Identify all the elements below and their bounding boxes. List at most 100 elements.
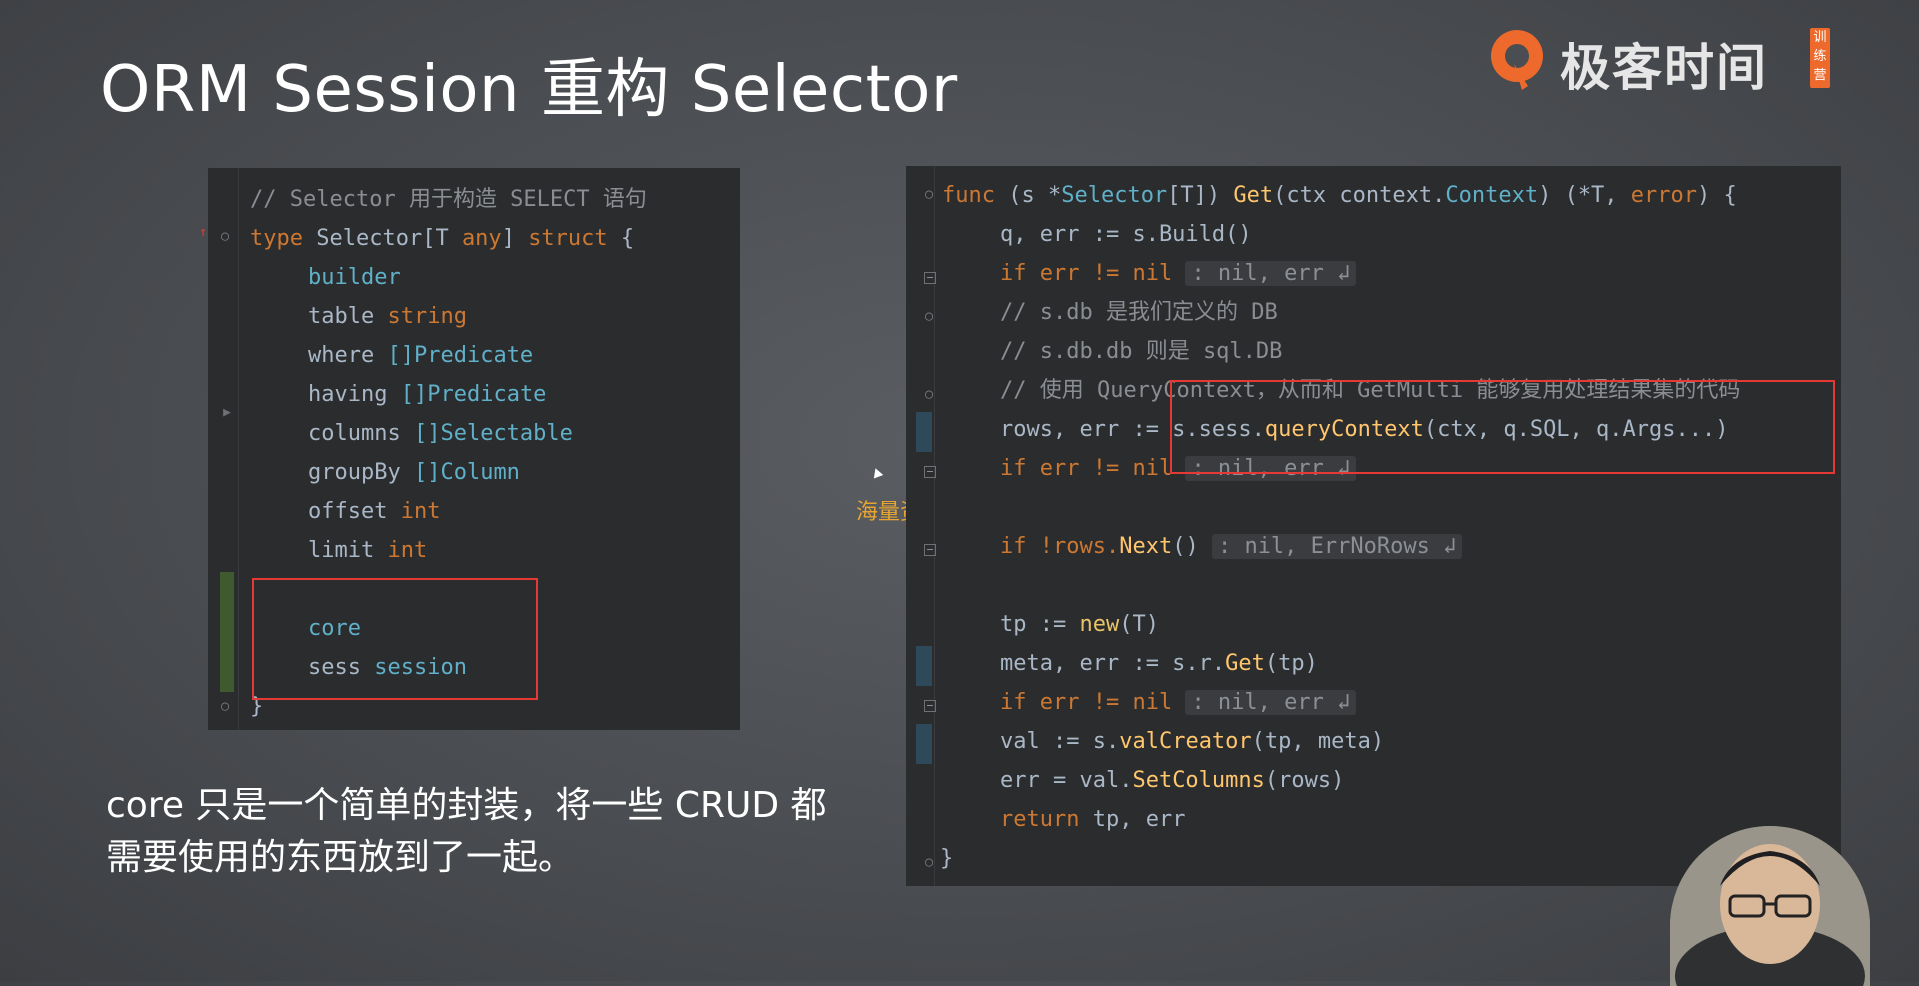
func-call: Get: [1225, 651, 1265, 676]
change-marker: [916, 646, 932, 686]
brace-open: {: [620, 226, 635, 251]
if-err: if err != nil: [1000, 261, 1173, 286]
code-text: tp :=: [1000, 612, 1080, 637]
field-line: groupBy []Column: [308, 453, 520, 492]
code-text: (tp): [1264, 651, 1318, 676]
type-close: ]: [501, 226, 515, 251]
fold-close-icon: ◯: [925, 855, 933, 870]
if-err: if err != nil: [1000, 456, 1173, 481]
receiver-close: [T]): [1167, 183, 1234, 208]
code-text: meta, err := s.r.: [1000, 651, 1226, 676]
field-name: groupBy: [308, 460, 401, 485]
kw-any: any: [461, 226, 502, 251]
brace-close: }: [940, 846, 954, 871]
code-text: (tp, meta): [1251, 729, 1385, 754]
kw-type: type: [250, 226, 303, 251]
change-marker: [220, 572, 234, 692]
change-marker: [916, 412, 932, 452]
type-name: Selector[T: [316, 226, 449, 251]
code-line-12: tp := new(T): [1000, 605, 1159, 644]
field-line: columns []Selectable: [308, 414, 573, 453]
logo-badge: 训练营: [1810, 28, 1830, 88]
fold-open-icon: ◯: [925, 187, 933, 202]
code-line-15: val := s.valCreator(tp, meta): [1000, 722, 1384, 761]
logo-text: 极客时间: [1560, 39, 1768, 97]
params: (ctx context.: [1273, 183, 1446, 208]
receiver-type: Selector: [1061, 183, 1168, 208]
type-declaration-line: type Selector[T any] struct {: [250, 219, 634, 258]
return-types: ) (*T,: [1538, 183, 1631, 208]
fold-close-icon: ◯: [221, 699, 229, 714]
code-line-17: return tp, err: [1000, 800, 1185, 839]
inlay-hint: : nil, err ↲: [1185, 261, 1357, 286]
field-type: []Selectable: [413, 421, 573, 446]
field-name: where: [308, 343, 375, 368]
func-call: valCreator: [1119, 729, 1252, 754]
func-call: SetColumns: [1132, 768, 1265, 793]
caption-line-2: 需要使用的东西放到了一起。: [106, 837, 575, 878]
code-text: err = val.: [1000, 768, 1133, 793]
geektime-logo: 极客时间 训练营: [1484, 22, 1830, 97]
fold-minus-icon: [924, 544, 936, 556]
code-text: tp, err: [1079, 807, 1186, 832]
gutter-divider: [238, 168, 239, 730]
func-signature-line: func (s *Selector[T]) Get(ctx context.Co…: [942, 176, 1737, 215]
func-call: Next: [1119, 534, 1173, 559]
field-line: limit int: [308, 531, 427, 570]
slide-title: ORM Session 重构 Selector: [100, 53, 958, 127]
caption: core 只是一个简单的封装，将一些 CRUD 都需要使用的东西放到了一起。: [106, 780, 856, 884]
kw-struct: struct: [528, 226, 608, 251]
fold-open-icon: ◯: [925, 309, 933, 324]
comment-line: // s.db.db 则是 sql.DB: [1000, 339, 1283, 364]
field-line: builder: [308, 258, 401, 297]
kw-return: return: [1000, 807, 1080, 832]
field-line: offset int: [308, 492, 440, 531]
error-type: error: [1630, 183, 1698, 208]
highlight-box: [1170, 380, 1835, 474]
ctx-type: Context: [1445, 183, 1539, 208]
if-rows: if !rows.: [1000, 534, 1120, 559]
field-type: string: [387, 304, 467, 329]
fold-minus-icon: [924, 700, 936, 712]
code-text: (rows): [1264, 768, 1345, 793]
field-type: []Predicate: [400, 382, 547, 407]
kw-func: func: [942, 183, 995, 208]
field-name: columns: [308, 421, 401, 446]
field-name: builder: [308, 265, 401, 290]
code-line-13: meta, err := s.r.Get(tp): [1000, 644, 1318, 683]
inlay-hint: : nil, ErrNoRows ↲: [1211, 534, 1463, 559]
func-name: Get: [1233, 183, 1274, 208]
caption-line-1: core 只是一个简单的封装，将一些 CRUD 都: [106, 785, 827, 826]
field-name: table: [308, 304, 375, 329]
mouse-cursor-icon: [870, 466, 884, 479]
change-marker: [916, 724, 932, 764]
field-name: limit: [308, 538, 375, 563]
collapse-arrow-icon: ▶: [223, 405, 231, 420]
comment-line: // s.db 是我们定义的 DB: [1000, 300, 1278, 325]
field-line: table string: [308, 297, 467, 336]
code-text: val := s.: [1000, 729, 1120, 754]
receiver: (s *: [1008, 183, 1062, 208]
field-name: having: [308, 382, 388, 407]
fold-close-icon: ◯: [925, 387, 933, 402]
code-line-3: if err != nil : nil, err ↲: [1000, 254, 1357, 293]
fold-minus-icon: [924, 466, 936, 478]
if-err: if err != nil: [1000, 690, 1173, 715]
field-type: []Column: [413, 460, 520, 485]
field-type: []Predicate: [387, 343, 534, 368]
code-text: (T): [1119, 612, 1159, 637]
right-code-panel: ◯ ◯ ◯ ◯ func (s *Selector[T]) Get(ctx co…: [906, 166, 1841, 886]
bookmark-icon: ↑: [199, 225, 207, 240]
field-line: having []Predicate: [308, 375, 546, 414]
highlight-box: [252, 578, 538, 700]
code-line-10: if !rows.Next() : nil, ErrNoRows ↲: [1000, 527, 1463, 566]
code-comment: // Selector 用于构造 SELECT 语句: [250, 180, 647, 219]
code-line-2: q, err := s.Build(): [1000, 222, 1252, 247]
field-line: where []Predicate: [308, 336, 533, 375]
fold-minus-icon: [924, 272, 936, 284]
builtin-call: new: [1079, 612, 1120, 637]
comment-text: // Selector 用于构造 SELECT 语句: [250, 187, 647, 212]
inlay-hint: : nil, err ↲: [1185, 690, 1357, 715]
left-code-panel: ↑ ◯ ◯ ▶ // Selector 用于构造 SELECT 语句 type …: [199, 168, 740, 730]
code-text: (): [1172, 534, 1199, 559]
